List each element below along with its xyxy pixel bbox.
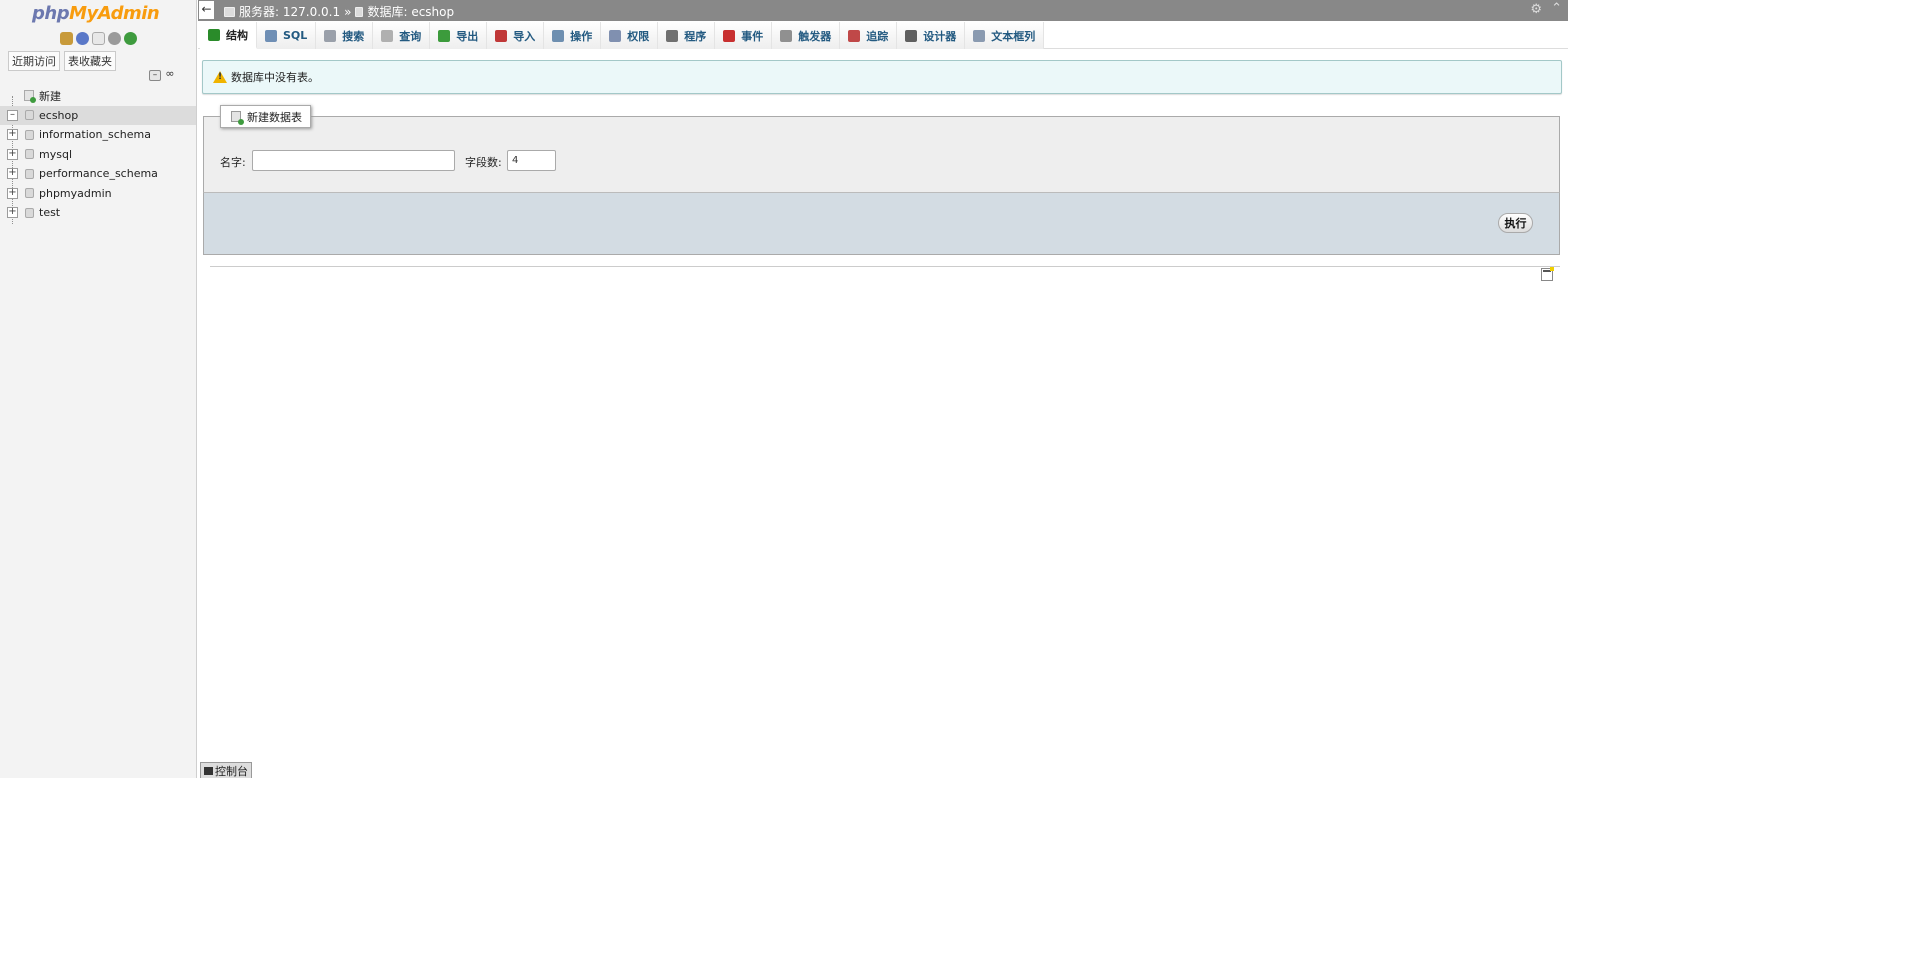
columns-icon <box>973 29 986 42</box>
back-arrow-icon[interactable]: ← <box>199 1 214 19</box>
phpmyadmin-logo[interactable]: phpMyAdmin <box>32 3 160 24</box>
breadcrumb-server[interactable]: 服务器: 127.0.0.1 <box>239 3 340 20</box>
tree-tools: – ∞ <box>149 68 176 81</box>
help-icon[interactable] <box>76 32 89 45</box>
expand-icon[interactable]: + <box>7 129 18 141</box>
tree-item-label: test <box>39 206 61 220</box>
home-icon[interactable] <box>60 32 73 45</box>
database-icon <box>25 110 34 121</box>
tab-sql[interactable]: SQL <box>257 22 317 49</box>
expand-icon[interactable]: + <box>7 187 18 199</box>
reload-icon[interactable] <box>124 32 137 45</box>
database-icon <box>25 149 34 160</box>
tree-item-test[interactable]: + test <box>0 203 196 223</box>
notice-message: 数据库中没有表。 <box>231 71 319 84</box>
collapse-icon[interactable]: – <box>7 109 18 121</box>
wrench-icon <box>552 29 565 42</box>
gear-icon[interactable]: ⚙ <box>1530 2 1542 17</box>
database-icon <box>25 207 34 218</box>
settings-icon[interactable] <box>108 32 121 45</box>
recent-tab[interactable]: 近期访问 <box>8 51 60 71</box>
database-icon <box>355 6 364 17</box>
query-icon <box>381 29 394 42</box>
database-icon <box>25 168 34 179</box>
warning-icon <box>213 71 227 83</box>
expand-icon[interactable]: + <box>7 168 18 180</box>
legend-label: 新建数据表 <box>247 110 302 124</box>
link-with-main-icon[interactable]: ∞ <box>164 68 176 81</box>
tab-routines[interactable]: 程序 <box>658 22 716 49</box>
events-icon <box>723 29 736 42</box>
new-table-icon <box>231 111 244 125</box>
breadcrumb: 服务器: 127.0.0.1 » 数据库: ecshop <box>224 3 454 20</box>
designer-icon <box>905 29 918 42</box>
expand-icon[interactable]: + <box>7 148 18 160</box>
table-name-input[interactable] <box>252 150 455 171</box>
import-icon <box>495 29 508 42</box>
tree-item-mysql[interactable]: + mysql <box>0 145 196 165</box>
recent-favorites-tabs: 近期访问 表收藏夹 <box>8 51 116 71</box>
tree-item-label: performance_schema <box>39 167 158 181</box>
no-tables-notice: 数据库中没有表。 <box>202 60 1562 94</box>
tree-item-label: 新建 <box>39 89 61 103</box>
routines-icon <box>666 29 679 42</box>
export-icon <box>438 29 451 42</box>
top-breadcrumb-bar: ← 服务器: 127.0.0.1 » 数据库: ecshop ⚙ ⌃ <box>198 0 1568 21</box>
breadcrumb-database[interactable]: 数据库: ecshop <box>367 3 454 20</box>
console-icon <box>204 766 213 775</box>
form-footer <box>203 192 1560 255</box>
favorites-tab[interactable]: 表收藏夹 <box>64 51 116 71</box>
breadcrumb-separator: » <box>344 4 352 19</box>
tab-tracking[interactable]: 追踪 <box>840 22 898 49</box>
tab-query[interactable]: 查询 <box>373 22 431 49</box>
table-name-label: 名字: <box>220 156 246 169</box>
tree-item-label: ecshop <box>39 108 79 122</box>
tree-item-performance-schema[interactable]: + performance_schema <box>0 164 196 184</box>
tree-item-label: phpmyadmin <box>39 186 112 200</box>
tree-item-ecshop[interactable]: – ecshop <box>0 105 196 125</box>
collapse-all-button[interactable]: – <box>149 70 161 81</box>
new-database-icon <box>24 90 36 104</box>
collapse-top-menu-icon[interactable]: ⌃ <box>1551 1 1562 16</box>
database-icon <box>25 129 34 140</box>
tree-item-phpmyadmin[interactable]: + phpmyadmin <box>0 184 196 204</box>
tab-events[interactable]: 事件 <box>715 22 773 49</box>
tab-designer[interactable]: 设计器 <box>897 22 966 49</box>
tree-item-label: mysql <box>39 147 72 161</box>
database-icon <box>25 188 34 199</box>
tab-export[interactable]: 导出 <box>430 22 488 49</box>
quick-icons <box>60 32 137 45</box>
search-icon <box>324 29 337 42</box>
eye-icon <box>848 29 861 42</box>
sql-icon <box>265 29 277 42</box>
tree-item-new[interactable]: 新建 <box>0 86 196 106</box>
structure-icon <box>208 28 220 41</box>
privileges-icon <box>609 29 622 42</box>
triggers-icon <box>780 29 793 42</box>
column-count-input[interactable] <box>507 150 556 171</box>
docs-icon[interactable] <box>92 32 105 45</box>
go-button[interactable]: 执行 <box>1498 213 1533 233</box>
database-tree: 新建 – ecshop + information_schema + mysql… <box>0 86 196 224</box>
console-tab[interactable]: 控制台 <box>200 762 252 778</box>
main-menu-tabs: 结构 SQL 搜索 查询 导出 导入 操作 权限 程序 事件 触发器 追踪 设计… <box>198 22 1568 49</box>
tab-privileges[interactable]: 权限 <box>601 22 659 49</box>
tree-item-label: information_schema <box>39 128 151 142</box>
tab-operations[interactable]: 操作 <box>544 22 602 49</box>
divider <box>210 266 1560 267</box>
expand-icon[interactable]: + <box>7 207 18 219</box>
tab-triggers[interactable]: 触发器 <box>772 22 841 49</box>
tab-central-columns[interactable]: 文本框列 <box>965 22 1045 49</box>
tab-structure[interactable]: 结构 <box>200 22 257 49</box>
server-icon <box>224 6 235 17</box>
console-label: 控制台 <box>215 764 248 778</box>
tree-item-information-schema[interactable]: + information_schema <box>0 125 196 145</box>
tab-search[interactable]: 搜索 <box>316 22 374 49</box>
navigation-panel: phpMyAdmin 近期访问 表收藏夹 – ∞ 新建 – ecshop + i… <box>0 0 197 778</box>
column-count-label: 字段数: <box>465 156 502 169</box>
create-table-legend: 新建数据表 <box>220 105 311 128</box>
page-settings-icon[interactable] <box>1541 267 1554 281</box>
tab-import[interactable]: 导入 <box>487 22 545 49</box>
